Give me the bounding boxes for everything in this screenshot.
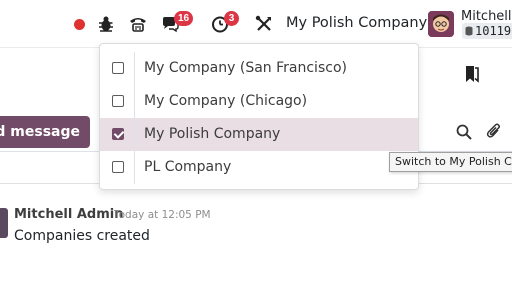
top-navbar: 16 3 My Polish Company Mitchell 10119 [0, 0, 512, 48]
search-icon[interactable] [456, 124, 472, 140]
paperclip-icon[interactable] [486, 122, 502, 140]
company-item-label: PL Company [144, 159, 232, 175]
message-avatar [0, 208, 8, 238]
company-item-label: My Polish Company [144, 126, 281, 142]
chat-badge: 16 [174, 11, 194, 26]
database-icon [465, 26, 473, 36]
company-checkbox[interactable] [112, 161, 124, 173]
company-item-my-polish-company[interactable]: My Polish Company [100, 118, 418, 151]
message-time: Today at 12:05 PM [114, 209, 211, 221]
company-item-pl-company[interactable]: PL Company [100, 151, 418, 184]
avatar-face-icon [428, 11, 454, 37]
item-separator [134, 151, 135, 184]
activity-badge: 3 [224, 11, 239, 26]
db-name: 10119 [475, 24, 512, 38]
company-item-chicago[interactable]: My Company (Chicago) [100, 85, 418, 118]
recording-indicator-icon[interactable] [74, 19, 85, 30]
page: 16 3 My Polish Company Mitchell 10119 d … [0, 0, 512, 294]
phone-icon[interactable] [128, 14, 148, 34]
switch-company-tooltip: Switch to My Polish Co [389, 152, 512, 172]
user-name[interactable]: Mitchell Admin [461, 9, 512, 24]
company-dropdown: My Company (San Francisco) My Company (C… [99, 43, 419, 190]
company-checkbox-checked[interactable] [112, 128, 124, 140]
company-checkbox[interactable] [112, 62, 124, 74]
company-item-label: My Company (Chicago) [144, 93, 308, 109]
avatar[interactable] [428, 11, 454, 37]
message-author[interactable]: Mitchell Admin [14, 207, 123, 222]
company-item-san-francisco[interactable]: My Company (San Francisco) [100, 52, 418, 85]
company-checkbox[interactable] [112, 95, 124, 107]
bookmark-icon[interactable] [465, 65, 479, 83]
item-separator [134, 85, 135, 118]
item-separator [134, 118, 135, 151]
message-body: Companies created [14, 228, 150, 244]
company-switcher[interactable]: My Polish Company [286, 15, 427, 31]
bug-icon[interactable] [96, 14, 116, 34]
company-item-label: My Company (San Francisco) [144, 60, 347, 76]
item-separator [134, 52, 135, 85]
send-message-button[interactable]: nd message [0, 116, 90, 148]
tools-icon[interactable] [254, 14, 274, 34]
